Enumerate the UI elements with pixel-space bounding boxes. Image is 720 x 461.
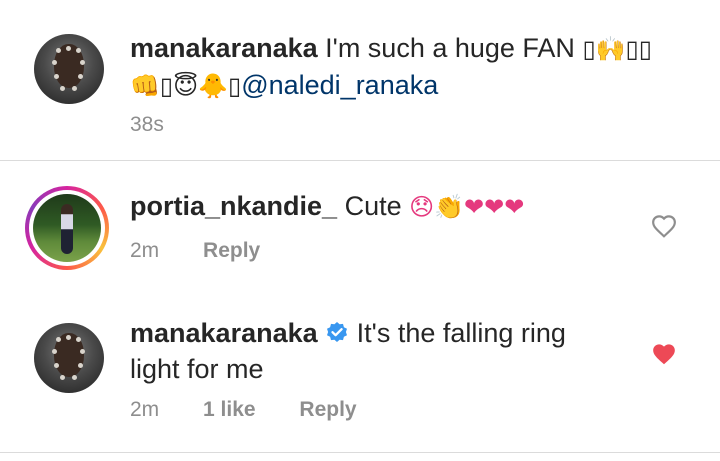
comment-1: manakaranaka I'm such a huge FAN ▯🙌▯▯ 👊▯… (0, 0, 720, 160)
likes-count-button[interactable]: 1 like (203, 398, 256, 421)
comment-emojis-line2: 👊▯😇🐥▯ (130, 72, 242, 100)
comment-2: portia_nkandie_ Cute 😞👏❤❤❤ 2m Reply (0, 161, 720, 301)
comment-username[interactable]: manakaranaka (130, 33, 318, 63)
comment-text: manakaranaka I'm such a huge FAN ▯🙌▯▯ 👊▯… (130, 30, 652, 104)
reply-button[interactable]: Reply (203, 239, 260, 262)
verified-badge-icon (327, 322, 348, 342)
avatar[interactable] (34, 34, 104, 104)
like-heart-icon[interactable] (651, 214, 677, 238)
comment-body: I'm such a huge FAN (325, 33, 575, 63)
mention-link[interactable]: @naledi_ranaka (241, 70, 438, 100)
comment-emojis: 😞👏❤❤❤ (409, 193, 525, 221)
avatar[interactable] (34, 323, 104, 393)
avatar-story-ring[interactable] (25, 186, 109, 270)
avatar (33, 194, 101, 262)
comment-username[interactable]: manakaranaka (130, 318, 318, 348)
divider (0, 452, 720, 453)
comment-body: It's the falling ring (356, 318, 566, 348)
comment-time: 2m (130, 239, 160, 262)
reply-button[interactable]: Reply (299, 398, 356, 421)
comment-text: manakaranaka It's the falling ring light… (130, 315, 566, 387)
comment-meta: 2m 1 like Reply (130, 398, 395, 422)
comment-meta: 38s (130, 113, 202, 137)
comment-emojis: ▯🙌▯▯ (582, 35, 652, 63)
comment-3: manakaranaka It's the falling ring light… (0, 301, 720, 461)
comment-username[interactable]: portia_nkandie_ (130, 191, 337, 221)
liked-heart-icon[interactable] (651, 342, 677, 366)
comment-time: 2m (130, 398, 160, 421)
comment-text: portia_nkandie_ Cute 😞👏❤❤❤ (130, 188, 524, 225)
comment-body: Cute (344, 191, 402, 221)
comment-time: 38s (130, 113, 164, 136)
comment-meta: 2m Reply (130, 239, 298, 263)
comment-body-line2: light for me (130, 354, 264, 384)
